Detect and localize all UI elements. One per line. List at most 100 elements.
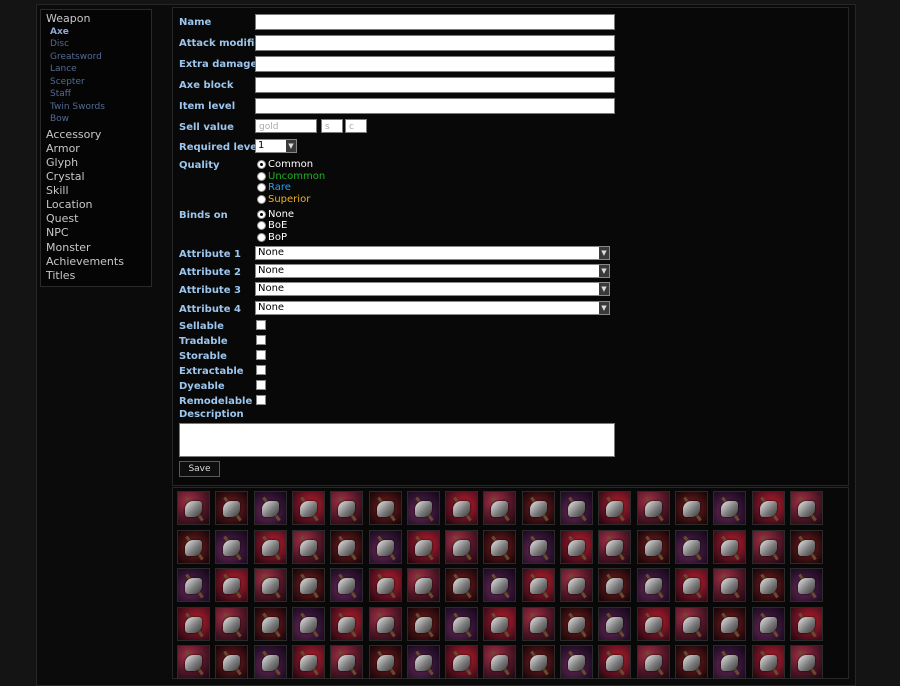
axe-icon[interactable] bbox=[752, 607, 785, 641]
save-button[interactable]: Save bbox=[179, 461, 220, 477]
axe-icon[interactable] bbox=[560, 491, 593, 525]
axe-icon[interactable] bbox=[752, 645, 785, 679]
axe-icon[interactable] bbox=[522, 607, 555, 641]
extractable-checkbox[interactable] bbox=[256, 365, 266, 375]
axe-icon[interactable] bbox=[522, 645, 555, 679]
axe-icon[interactable] bbox=[752, 568, 785, 602]
axe-icon[interactable] bbox=[522, 530, 555, 564]
axe-icon[interactable] bbox=[407, 568, 440, 602]
remodelable-checkbox[interactable] bbox=[256, 395, 266, 405]
axe-icon[interactable] bbox=[369, 645, 402, 679]
axe-icon[interactable] bbox=[675, 645, 708, 679]
axe-icon[interactable] bbox=[713, 530, 746, 564]
attribute-2-select[interactable]: None ▼ bbox=[255, 264, 610, 278]
axe-icon[interactable] bbox=[483, 607, 516, 641]
axe-icon[interactable] bbox=[637, 607, 670, 641]
description-textarea[interactable] bbox=[179, 423, 615, 457]
axe-icon[interactable] bbox=[752, 530, 785, 564]
binds-on-option-boe[interactable]: BoE bbox=[257, 220, 287, 231]
axe-icon[interactable] bbox=[790, 568, 823, 602]
quality-option-rare[interactable]: Rare bbox=[257, 182, 291, 193]
sidebar-subitem-disc[interactable]: Disc bbox=[50, 39, 69, 49]
axe-icon[interactable] bbox=[713, 645, 746, 679]
axe-icon[interactable] bbox=[177, 568, 210, 602]
sidebar-subitem-staff[interactable]: Staff bbox=[50, 89, 71, 99]
radio-button[interactable] bbox=[257, 160, 266, 169]
axe-icon[interactable] bbox=[598, 645, 631, 679]
tradable-checkbox[interactable] bbox=[256, 335, 266, 345]
axe-icon[interactable] bbox=[483, 530, 516, 564]
sellable-checkbox[interactable] bbox=[256, 320, 266, 330]
axe-icon[interactable] bbox=[254, 568, 287, 602]
sidebar-item-skill[interactable]: Skill bbox=[46, 184, 69, 197]
axe-icon[interactable] bbox=[330, 530, 363, 564]
axe-icon[interactable] bbox=[292, 607, 325, 641]
axe-icon[interactable] bbox=[330, 607, 363, 641]
axe-icon[interactable] bbox=[254, 607, 287, 641]
axe-icon[interactable] bbox=[675, 491, 708, 525]
sell-copper-input[interactable]: c bbox=[345, 119, 367, 133]
attribute-4-select[interactable]: None ▼ bbox=[255, 301, 610, 315]
sidebar-item-glyph[interactable]: Glyph bbox=[46, 156, 78, 169]
quality-option-uncommon[interactable]: Uncommon bbox=[257, 171, 325, 182]
sell-silver-input[interactable]: s bbox=[321, 119, 343, 133]
axe-icon[interactable] bbox=[254, 491, 287, 525]
axe-icon[interactable] bbox=[215, 645, 248, 679]
axe-icon[interactable] bbox=[752, 491, 785, 525]
axe-icon[interactable] bbox=[369, 530, 402, 564]
extra-damage-input[interactable] bbox=[255, 56, 615, 72]
sidebar-subitem-axe[interactable]: Axe bbox=[50, 27, 69, 37]
radio-button[interactable] bbox=[257, 195, 266, 204]
sidebar-item-achievements[interactable]: Achievements bbox=[46, 255, 124, 268]
binds-on-option-bop[interactable]: BoP bbox=[257, 232, 287, 243]
attribute-3-select[interactable]: None ▼ bbox=[255, 282, 610, 296]
axe-icon[interactable] bbox=[713, 568, 746, 602]
axe-icon[interactable] bbox=[445, 530, 478, 564]
axe-icon[interactable] bbox=[637, 568, 670, 602]
axe-icon[interactable] bbox=[790, 607, 823, 641]
sidebar-item-npc[interactable]: NPC bbox=[46, 226, 69, 239]
radio-button[interactable] bbox=[257, 210, 266, 219]
axe-icon[interactable] bbox=[445, 607, 478, 641]
sidebar-subitem-bow[interactable]: Bow bbox=[50, 114, 69, 124]
axe-icon[interactable] bbox=[369, 491, 402, 525]
axe-icon[interactable] bbox=[215, 568, 248, 602]
axe-icon[interactable] bbox=[675, 568, 708, 602]
axe-icon[interactable] bbox=[292, 645, 325, 679]
axe-icon[interactable] bbox=[637, 645, 670, 679]
sidebar-item-weapon[interactable]: Weapon bbox=[46, 12, 90, 25]
axe-icon[interactable] bbox=[330, 568, 363, 602]
axe-icon[interactable] bbox=[560, 607, 593, 641]
axe-icon[interactable] bbox=[215, 607, 248, 641]
quality-option-superior[interactable]: Superior bbox=[257, 194, 310, 205]
axe-icon[interactable] bbox=[637, 530, 670, 564]
axe-icon[interactable] bbox=[254, 530, 287, 564]
axe-icon[interactable] bbox=[713, 491, 746, 525]
sell-gold-input[interactable]: gold bbox=[255, 119, 317, 133]
radio-button[interactable] bbox=[257, 172, 266, 181]
attack-modifier-input[interactable] bbox=[255, 35, 615, 51]
axe-icon[interactable] bbox=[445, 645, 478, 679]
axe-icon[interactable] bbox=[445, 491, 478, 525]
radio-button[interactable] bbox=[257, 183, 266, 192]
axe-icon[interactable] bbox=[560, 645, 593, 679]
axe-icon[interactable] bbox=[790, 530, 823, 564]
axe-icon[interactable] bbox=[560, 568, 593, 602]
axe-icon[interactable] bbox=[177, 607, 210, 641]
axe-icon[interactable] bbox=[215, 491, 248, 525]
dyeable-checkbox[interactable] bbox=[256, 380, 266, 390]
axe-icon[interactable] bbox=[445, 568, 478, 602]
axe-icon[interactable] bbox=[254, 645, 287, 679]
axe-icon[interactable] bbox=[675, 530, 708, 564]
axe-icon[interactable] bbox=[483, 568, 516, 602]
axe-icon[interactable] bbox=[598, 568, 631, 602]
radio-button[interactable] bbox=[257, 221, 266, 230]
radio-button[interactable] bbox=[257, 233, 266, 242]
axe-icon[interactable] bbox=[637, 491, 670, 525]
axe-icon[interactable] bbox=[790, 645, 823, 679]
axe-icon[interactable] bbox=[292, 491, 325, 525]
sidebar-subitem-greatsword[interactable]: Greatsword bbox=[50, 52, 102, 62]
axe-icon[interactable] bbox=[292, 530, 325, 564]
quality-option-common[interactable]: Common bbox=[257, 159, 313, 170]
axe-icon[interactable] bbox=[713, 607, 746, 641]
